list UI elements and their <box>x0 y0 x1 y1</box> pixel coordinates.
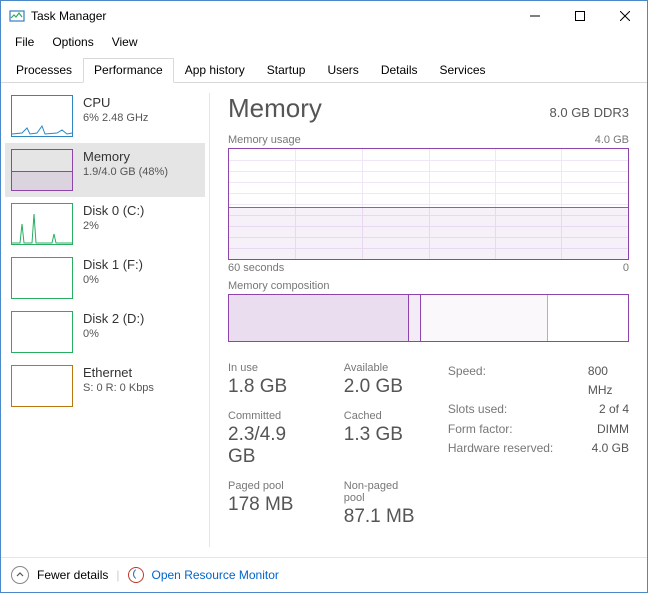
commit-label: Committed <box>228 410 316 422</box>
cached-value: 1.3 GB <box>344 424 418 446</box>
sidebar-item-disk2[interactable]: Disk 2 (D:) 0% <box>5 305 205 359</box>
tab-processes[interactable]: Processes <box>5 58 83 83</box>
usage-label: Memory usage <box>228 134 301 146</box>
nonpaged-label: Non-paged pool <box>344 480 418 504</box>
main-panel: Memory 8.0 GB DDR3 Memory usage 4.0 GB 6… <box>210 83 647 557</box>
avail-label: Available <box>344 362 418 374</box>
menubar: File Options View <box>1 31 647 53</box>
inuse-label: In use <box>228 362 316 374</box>
hwres-value: 4.0 GB <box>592 439 629 458</box>
maximize-button[interactable] <box>557 1 602 31</box>
hwres-label: Hardware reserved: <box>448 439 568 458</box>
inuse-value: 1.8 GB <box>228 376 316 398</box>
close-button[interactable] <box>602 1 647 31</box>
app-icon <box>9 8 25 24</box>
resource-monitor-icon <box>128 567 144 583</box>
tab-app-history[interactable]: App history <box>174 58 256 83</box>
task-manager-window: Task Manager File Options View Processes… <box>0 0 648 593</box>
slots-value: 2 of 4 <box>599 400 629 419</box>
sidebar-item-label: Memory <box>83 149 168 164</box>
ethernet-thumb <box>11 365 73 407</box>
sidebar-item-sub: 0% <box>83 328 144 340</box>
minimize-button[interactable] <box>512 1 557 31</box>
form-value: DIMM <box>597 420 629 439</box>
usage-max: 4.0 GB <box>595 134 629 146</box>
chart-fill <box>229 207 628 259</box>
speed-value: 800 MHz <box>588 362 629 400</box>
sidebar-item-sub: 6% 2.48 GHz <box>83 112 148 124</box>
disk0-thumb <box>11 203 73 245</box>
speed-label: Speed: <box>448 362 568 400</box>
sidebar-item-memory[interactable]: Memory 1.9/4.0 GB (48%) <box>5 143 205 197</box>
disk2-thumb <box>11 311 73 353</box>
page-title: Memory <box>228 93 322 124</box>
sidebar-item-label: Disk 1 (F:) <box>83 257 143 272</box>
sidebar-item-sub: 0% <box>83 274 143 286</box>
tab-startup[interactable]: Startup <box>256 58 317 83</box>
sidebar-item-disk0[interactable]: Disk 0 (C:) 2% <box>5 197 205 251</box>
sidebar-item-label: Disk 0 (C:) <box>83 203 144 218</box>
footer-divider: | <box>116 568 119 582</box>
axis-left: 60 seconds <box>228 262 284 274</box>
comp-standby <box>421 295 549 341</box>
form-label: Form factor: <box>448 420 568 439</box>
sidebar-item-label: Ethernet <box>83 365 154 380</box>
cpu-thumb <box>11 95 73 137</box>
open-resource-monitor-link[interactable]: Open Resource Monitor <box>152 568 279 582</box>
memory-capacity: 8.0 GB DDR3 <box>550 105 629 120</box>
tab-details[interactable]: Details <box>370 58 429 83</box>
sidebar-item-cpu[interactable]: CPU 6% 2.48 GHz <box>5 89 205 143</box>
cached-label: Cached <box>344 410 418 422</box>
sidebar-item-ethernet[interactable]: Ethernet S: 0 R: 0 Kbps <box>5 359 205 413</box>
memory-composition-chart[interactable] <box>228 294 629 342</box>
axis-right: 0 <box>623 262 629 274</box>
nonpaged-value: 87.1 MB <box>344 506 418 528</box>
sidebar-item-disk1[interactable]: Disk 1 (F:) 0% <box>5 251 205 305</box>
comp-free <box>548 295 628 341</box>
memory-thumb <box>11 149 73 191</box>
tabstrip: Processes Performance App history Startu… <box>1 57 647 83</box>
avail-value: 2.0 GB <box>344 376 418 398</box>
tab-services[interactable]: Services <box>429 58 497 83</box>
window-title: Task Manager <box>31 9 512 23</box>
composition-label: Memory composition <box>228 280 329 292</box>
menu-view[interactable]: View <box>104 33 146 51</box>
footer: Fewer details | Open Resource Monitor <box>1 557 647 592</box>
comp-in-use <box>229 295 409 341</box>
sidebar-item-sub: S: 0 R: 0 Kbps <box>83 382 154 394</box>
tab-users[interactable]: Users <box>316 58 369 83</box>
menu-file[interactable]: File <box>7 33 42 51</box>
sidebar-item-sub: 1.9/4.0 GB (48%) <box>83 166 168 178</box>
sidebar: CPU 6% 2.48 GHz Memory 1.9/4.0 GB (48%) <box>1 83 209 557</box>
sidebar-item-label: CPU <box>83 95 148 110</box>
chevron-up-icon[interactable] <box>11 566 29 584</box>
content: CPU 6% 2.48 GHz Memory 1.9/4.0 GB (48%) <box>1 83 647 557</box>
memory-usage-chart[interactable] <box>228 148 629 260</box>
paged-value: 178 MB <box>228 494 316 516</box>
paged-label: Paged pool <box>228 480 316 492</box>
titlebar: Task Manager <box>1 1 647 31</box>
stats: In use 1.8 GB Available 2.0 GB Committed 2.… <box>228 362 629 528</box>
comp-modified <box>409 295 421 341</box>
sidebar-item-sub: 2% <box>83 220 144 232</box>
disk1-thumb <box>11 257 73 299</box>
commit-value: 2.3/4.9 GB <box>228 424 316 468</box>
tab-performance[interactable]: Performance <box>83 58 174 83</box>
slots-label: Slots used: <box>448 400 568 419</box>
fewer-details-button[interactable]: Fewer details <box>37 568 108 582</box>
sidebar-item-label: Disk 2 (D:) <box>83 311 144 326</box>
menu-options[interactable]: Options <box>44 33 101 51</box>
